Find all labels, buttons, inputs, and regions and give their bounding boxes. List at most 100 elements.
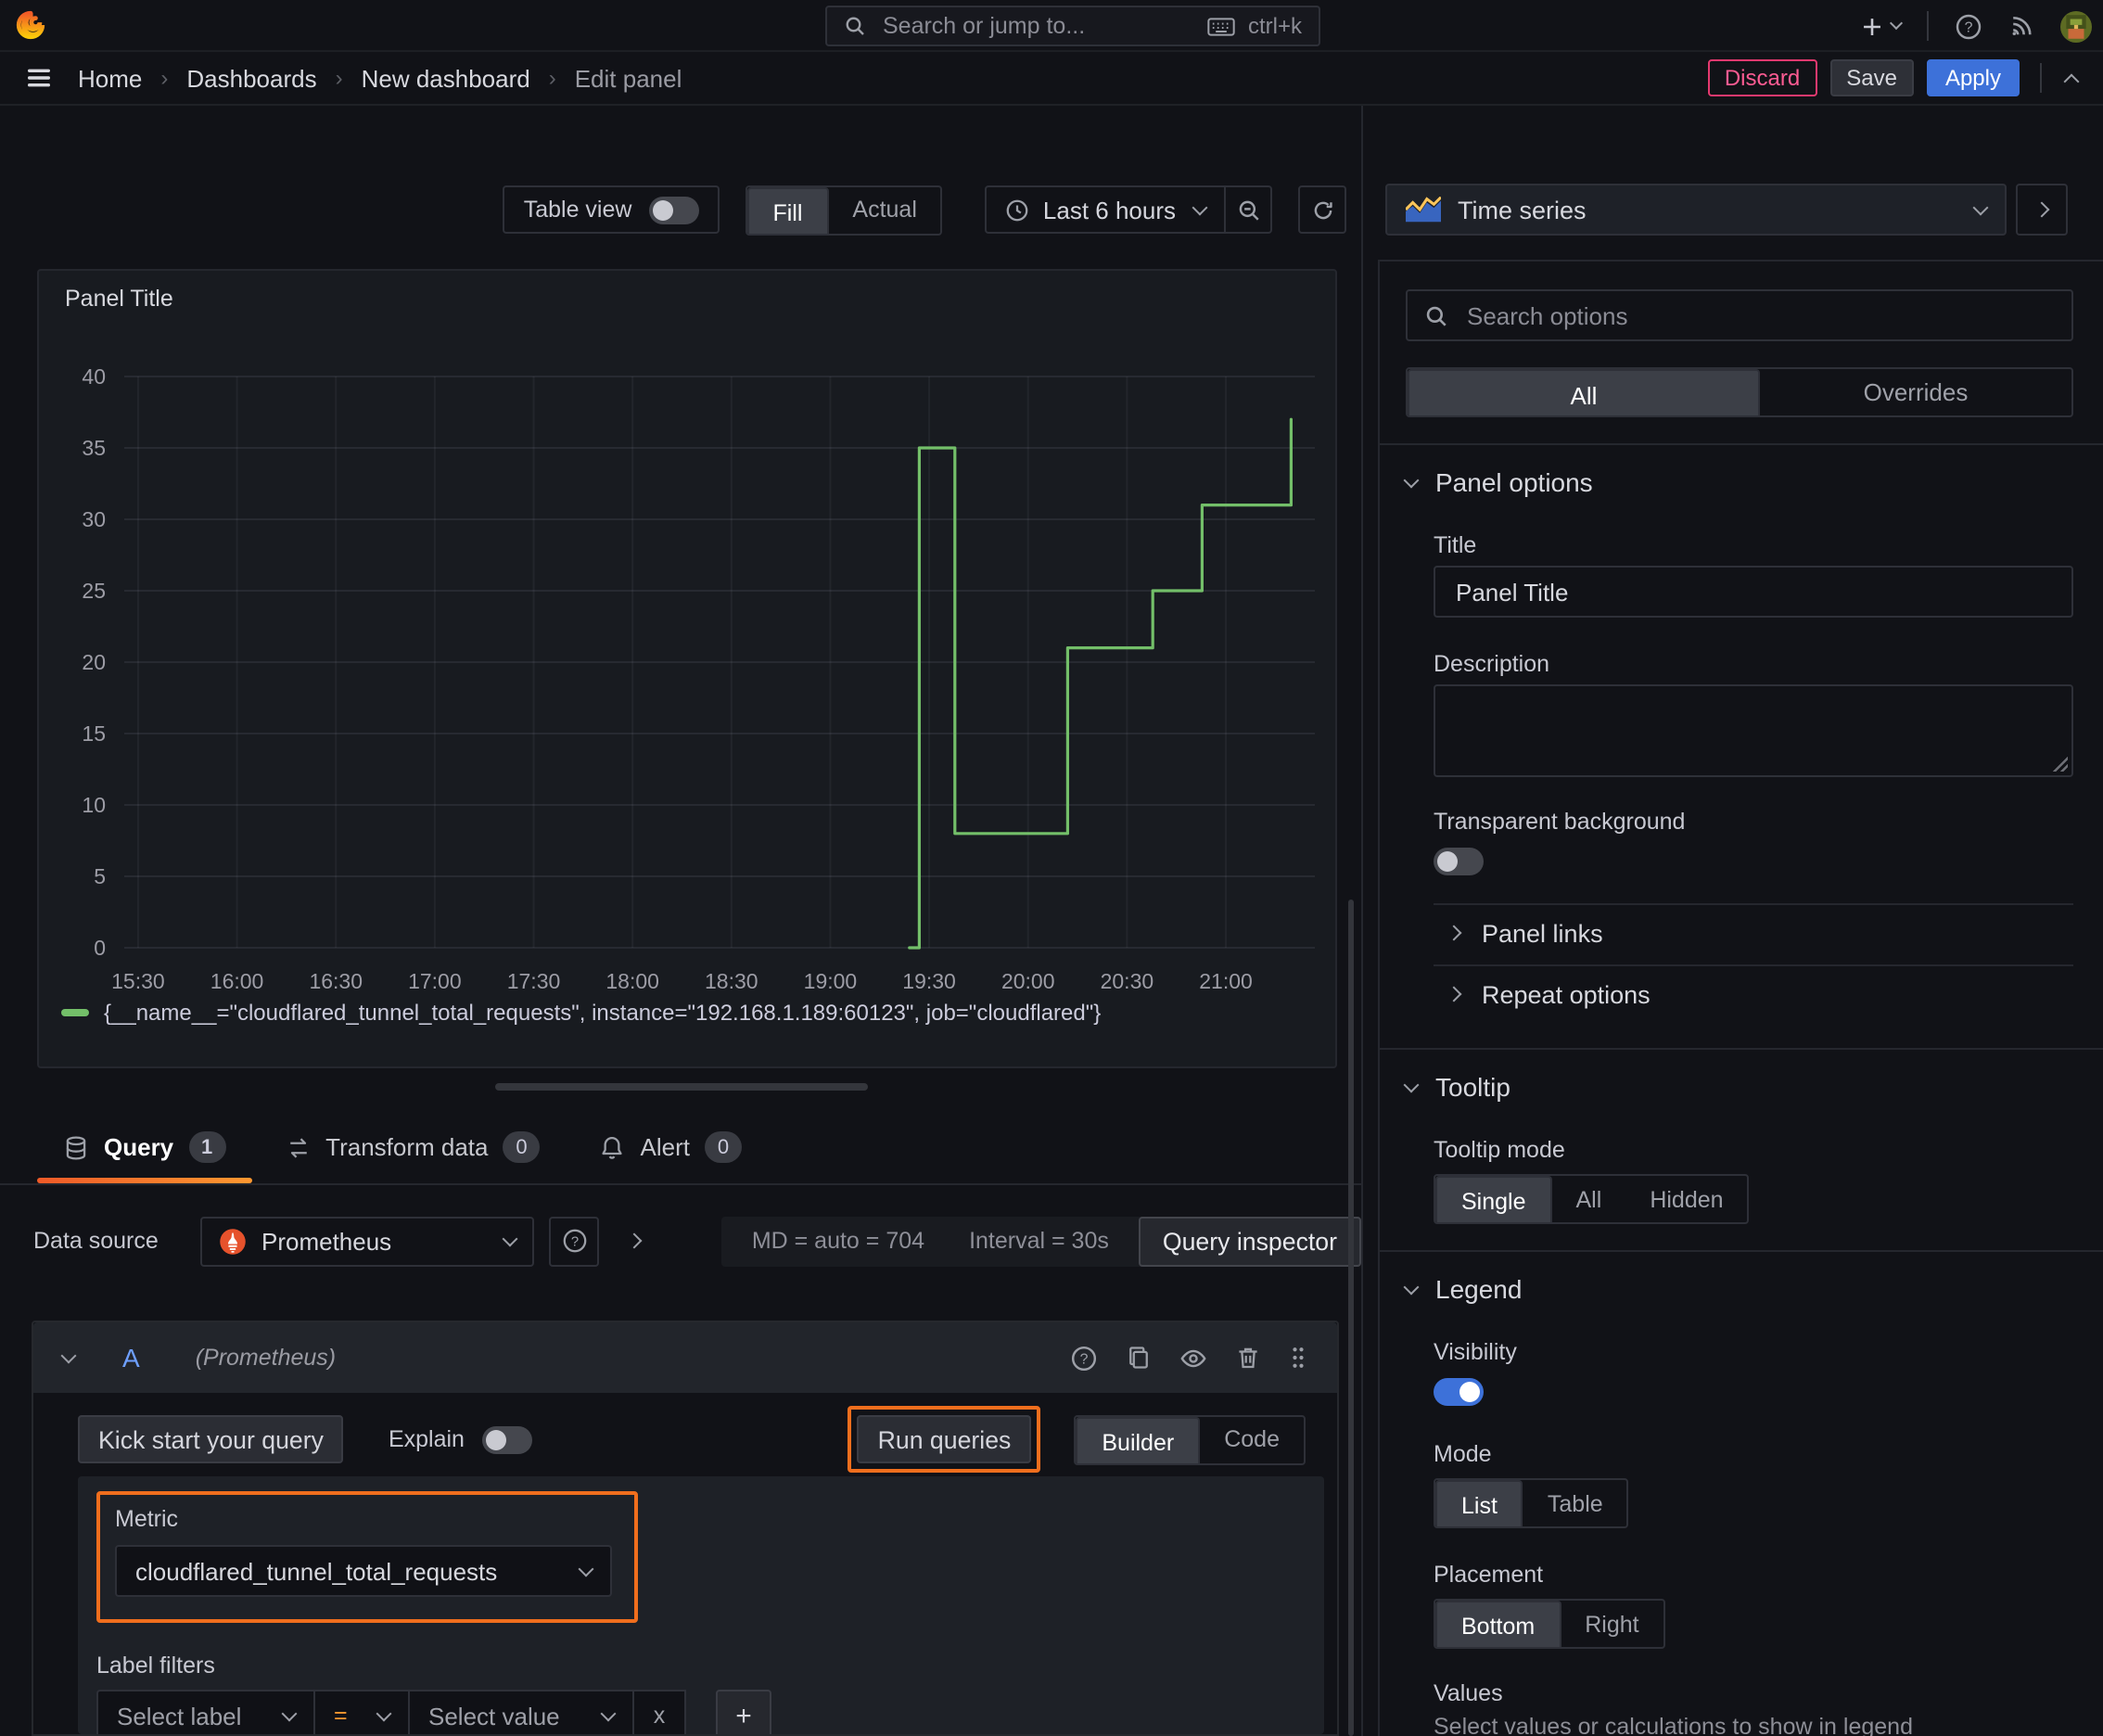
- query-datasource-hint: (Prometheus): [195, 1345, 337, 1371]
- menu-icon[interactable]: [26, 67, 52, 89]
- options-search[interactable]: [1406, 289, 2073, 341]
- chevron-down-icon: [1403, 1278, 1420, 1295]
- operator-dropdown[interactable]: =: [313, 1690, 410, 1734]
- chevron-right-icon: [2033, 201, 2050, 218]
- add-filter-button[interactable]: +: [716, 1690, 771, 1734]
- fill-option[interactable]: Fill: [746, 186, 829, 233]
- svg-text:25: 25: [82, 579, 106, 603]
- explain-toggle[interactable]: [482, 1425, 533, 1453]
- hide-query-icon[interactable]: [1179, 1344, 1207, 1372]
- refresh-button[interactable]: [1298, 185, 1346, 234]
- panel-title-input[interactable]: [1452, 576, 2055, 607]
- legend-visibility-toggle[interactable]: [1434, 1378, 1484, 1406]
- database-icon: [63, 1134, 89, 1160]
- tab-query-count: 1: [188, 1131, 226, 1163]
- svg-text:19:30: 19:30: [902, 969, 956, 993]
- panel-links-row[interactable]: Panel links: [1434, 905, 2073, 961]
- code-option[interactable]: Code: [1200, 1416, 1304, 1462]
- legend-header[interactable]: Legend: [1380, 1252, 2103, 1315]
- table-view-toggle[interactable]: [648, 196, 699, 223]
- datasource-help-button[interactable]: ?: [549, 1216, 599, 1266]
- avatar[interactable]: [2060, 10, 2092, 42]
- save-button[interactable]: Save: [1829, 59, 1914, 96]
- tooltip-mode-hidden[interactable]: Hidden: [1625, 1176, 1747, 1222]
- repeat-options-row[interactable]: Repeat options: [1434, 966, 2073, 1022]
- tooltip-mode-all[interactable]: All: [1552, 1176, 1626, 1222]
- query-help-icon[interactable]: ?: [1070, 1344, 1098, 1372]
- breadcrumb-dashboards[interactable]: Dashboards: [186, 64, 316, 92]
- zoom-out-button[interactable]: [1224, 187, 1270, 232]
- left-pane-scrollbar[interactable]: [1348, 900, 1354, 1736]
- nav-actions: Discard Save Apply: [1707, 59, 2080, 96]
- section-panel-options: Panel options Title Description Transpar…: [1380, 443, 2103, 1048]
- legend-mode-table[interactable]: Table: [1523, 1480, 1627, 1526]
- time-range-picker[interactable]: Last 6 hours: [988, 187, 1224, 232]
- drag-handle-icon[interactable]: [1289, 1345, 1307, 1371]
- discard-button[interactable]: Discard: [1707, 59, 1817, 96]
- collapse-chevron-icon[interactable]: [2063, 72, 2080, 89]
- metric-value: cloudflared_tunnel_total_requests: [135, 1557, 498, 1585]
- tab-transform[interactable]: Transform data 0: [255, 1111, 569, 1183]
- transparent-bg-toggle[interactable]: [1434, 848, 1484, 875]
- news-icon[interactable]: [2008, 13, 2034, 39]
- tab-overrides[interactable]: Overrides: [1760, 369, 2071, 415]
- panel-resize-handle[interactable]: [495, 1083, 868, 1091]
- grafana-edit-panel: ctrl+k ?: [0, 0, 2103, 1736]
- tab-query[interactable]: Query 1: [33, 1111, 255, 1183]
- query-ref-id: A: [122, 1343, 140, 1372]
- duplicate-query-icon[interactable]: [1126, 1345, 1152, 1371]
- datasource-row: Data source Prometheus ? MD = auto = 704: [0, 1213, 1361, 1269]
- tab-alert[interactable]: Alert 0: [570, 1111, 771, 1183]
- query-inspector-button[interactable]: Query inspector: [1138, 1216, 1361, 1266]
- panel-options-header[interactable]: Panel options: [1380, 445, 2103, 508]
- breadcrumb-home[interactable]: Home: [78, 64, 142, 92]
- actual-option[interactable]: Actual: [828, 186, 941, 233]
- textarea-resize-icon[interactable]: [2053, 757, 2068, 772]
- svg-text:21:00: 21:00: [1199, 969, 1253, 993]
- toggle-viz-pane-button[interactable]: [2016, 184, 2068, 236]
- options-list: All Overrides Panel options Title Descri…: [1378, 260, 2103, 1736]
- breadcrumb-edit-panel: Edit panel: [574, 64, 682, 92]
- svg-text:15:30: 15:30: [111, 969, 165, 993]
- placement-right[interactable]: Right: [1561, 1601, 1663, 1647]
- remove-filter-button[interactable]: x: [632, 1690, 686, 1734]
- new-button[interactable]: [1860, 14, 1904, 38]
- help-icon[interactable]: ?: [1955, 12, 1982, 40]
- query-editor: A (Prometheus) ? Kick start your query E…: [32, 1321, 1339, 1736]
- expand-row-chevron[interactable]: [626, 1232, 643, 1249]
- panel-description-input[interactable]: [1452, 696, 2055, 766]
- select-label-dropdown[interactable]: Select label: [96, 1690, 315, 1734]
- metric-label: Metric: [115, 1506, 179, 1532]
- metric-select[interactable]: cloudflared_tunnel_total_requests: [115, 1545, 612, 1597]
- tab-alert-count: 0: [704, 1131, 742, 1163]
- delete-query-icon[interactable]: [1235, 1345, 1261, 1371]
- breadcrumb-new-dashboard[interactable]: New dashboard: [362, 64, 530, 92]
- grafana-logo[interactable]: [15, 9, 46, 41]
- tab-all-options[interactable]: All: [1408, 369, 1760, 415]
- tooltip-mode-single[interactable]: Single: [1435, 1176, 1552, 1222]
- chevron-down-icon: [578, 1560, 594, 1576]
- visualization-picker[interactable]: Time series: [1385, 184, 2007, 236]
- apply-button[interactable]: Apply: [1926, 59, 2020, 96]
- legend-item[interactable]: {__name__="cloudflared_tunnel_total_requ…: [61, 1000, 1101, 1026]
- legend-mode-list[interactable]: List: [1435, 1480, 1523, 1526]
- select-value-dropdown[interactable]: Select value: [408, 1690, 634, 1734]
- visibility-label: Visibility: [1434, 1339, 1517, 1365]
- placement-bottom[interactable]: Bottom: [1435, 1601, 1561, 1647]
- svg-text:5: 5: [94, 864, 106, 888]
- collapse-query-chevron[interactable]: [60, 1347, 77, 1363]
- global-search[interactable]: ctrl+k: [825, 6, 1320, 46]
- time-range-label: Last 6 hours: [1042, 196, 1176, 223]
- legend-values-hint: Select values or calculations to show in…: [1434, 1714, 1913, 1736]
- tooltip-header[interactable]: Tooltip: [1380, 1050, 2103, 1113]
- svg-text:?: ?: [1965, 19, 1973, 35]
- chart-panel: Panel Title 0 5 10 15 20 25 30 35 40 15:30 16:00 16…: [37, 269, 1337, 1068]
- options-search-input[interactable]: [1463, 300, 2055, 331]
- kick-start-button[interactable]: Kick start your query: [78, 1415, 344, 1463]
- transform-icon: [285, 1134, 311, 1160]
- builder-option[interactable]: Builder: [1076, 1416, 1201, 1462]
- global-search-input[interactable]: [879, 11, 1194, 41]
- run-queries-button[interactable]: Run queries: [857, 1415, 1032, 1463]
- datasource-picker[interactable]: Prometheus: [200, 1216, 534, 1266]
- svg-text:30: 30: [82, 507, 106, 531]
